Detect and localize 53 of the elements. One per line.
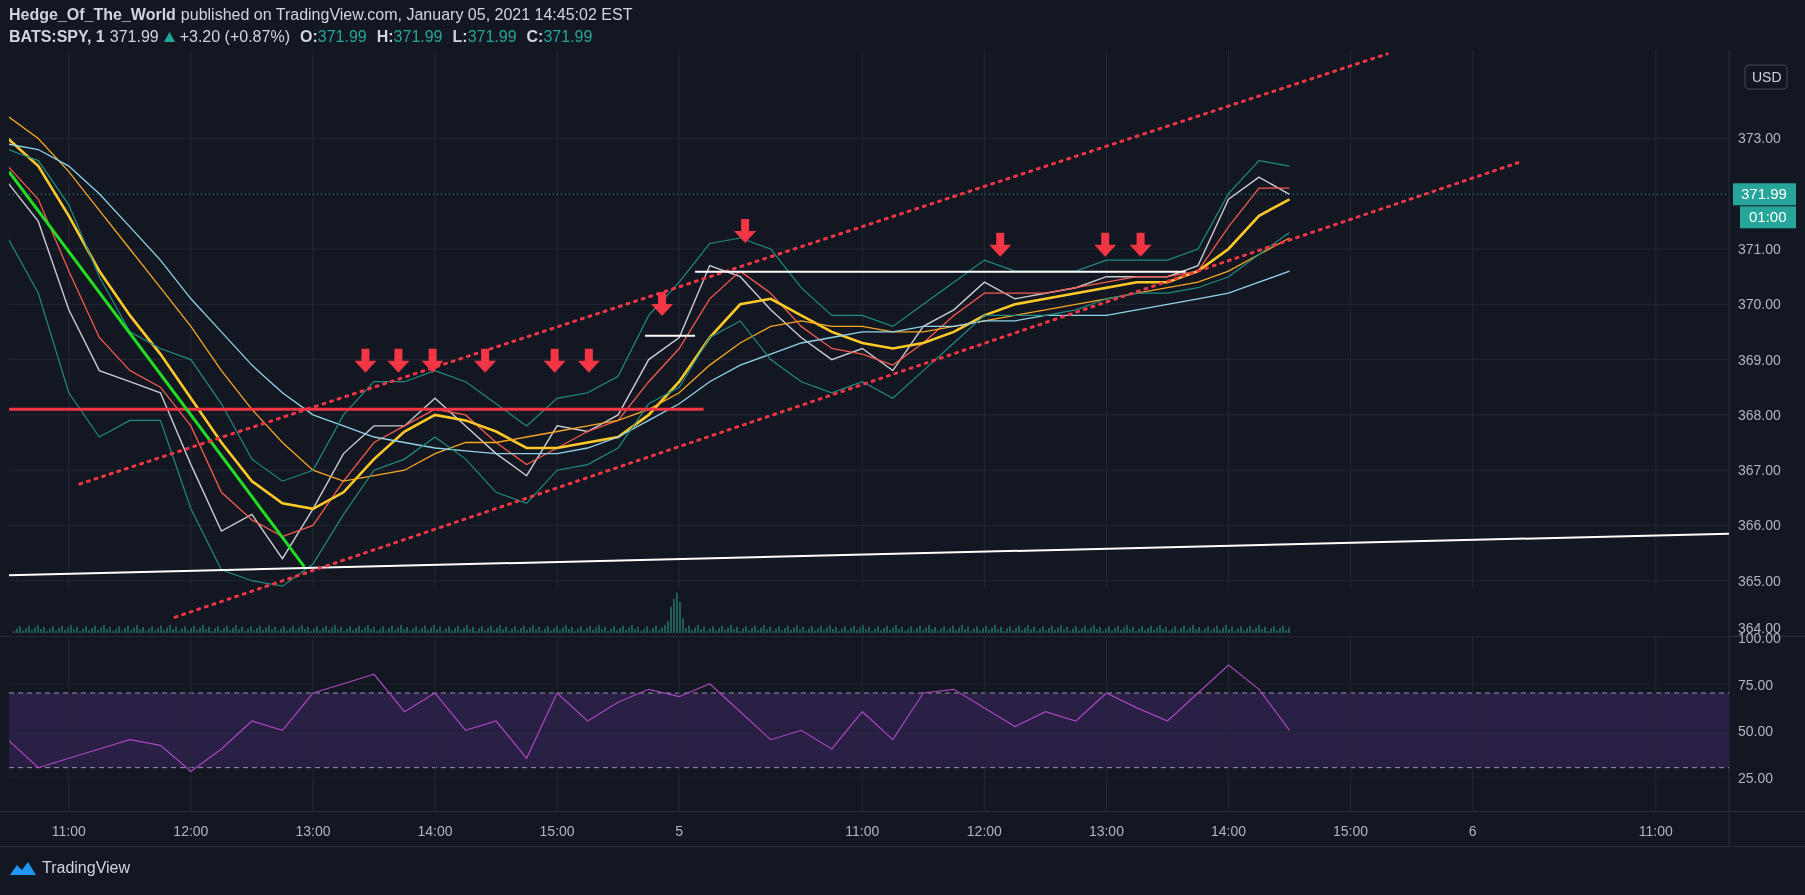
time-axis-label: 13:00 — [295, 823, 331, 839]
time-axis-label: 5 — [675, 823, 684, 839]
time-axis-label: 12:00 — [173, 823, 209, 839]
down-arrow-marker — [543, 348, 566, 373]
symbol-label: BATS:SPY, 1 — [9, 28, 105, 46]
down-arrow-marker — [577, 348, 600, 373]
ohlc-label: L: — [452, 28, 468, 46]
time-axis-label: 13:00 — [1088, 823, 1124, 839]
price-axis-label: 368.00 — [1738, 406, 1781, 423]
author-name: Hedge_Of_The_World — [9, 6, 176, 24]
countdown-badge: 01:00 — [1740, 206, 1796, 229]
ohlc-label: C: — [526, 28, 544, 46]
price-axis-label: 366.00 — [1738, 517, 1781, 534]
ohlc-label: H: — [376, 28, 394, 46]
down-arrow-marker — [421, 348, 444, 373]
down-arrow-marker — [734, 218, 757, 243]
time-axis-label: 15:00 — [1333, 823, 1369, 839]
time-axis-label: 12:00 — [966, 823, 1002, 839]
rsi-axis-label: 50.00 — [1738, 723, 1774, 740]
up-triangle-icon — [163, 32, 175, 42]
time-axis-label: 14:00 — [1211, 823, 1247, 839]
ohlc-value: 371.99 — [467, 28, 517, 46]
down-arrow-marker — [1094, 232, 1117, 257]
price-change: +3.20 (+0.87%) — [179, 28, 290, 46]
time-axis-label: 15:00 — [539, 823, 575, 839]
ohlc-label: O: — [299, 28, 318, 46]
down-arrow-marker — [989, 232, 1012, 257]
price-axis-label: 370.00 — [1738, 296, 1781, 313]
time-axis-label: 11:00 — [845, 823, 880, 839]
ohlc-value: 371.99 — [393, 28, 443, 46]
down-arrow-marker — [354, 348, 377, 373]
rsi-axis-label: 75.00 — [1738, 676, 1774, 693]
down-arrow-marker — [651, 291, 674, 316]
down-arrow-marker — [1129, 232, 1152, 257]
last-price-badge: 371.99 — [1733, 183, 1796, 206]
price-axis-label: 365.00 — [1738, 572, 1781, 589]
ohlc-value: 371.99 — [543, 28, 593, 46]
price-axis-label: 371.00 — [1738, 241, 1781, 257]
time-axis-label: 11:00 — [1638, 823, 1673, 839]
rsi-axis-label: 25.00 — [1738, 770, 1774, 786]
time-axis-label: 14:00 — [417, 823, 453, 839]
ohlc-value: 371.99 — [317, 28, 367, 46]
price-axis-label: 369.00 — [1738, 351, 1781, 368]
time-axis-label: 11:00 — [51, 823, 86, 839]
down-arrow-marker — [387, 348, 410, 373]
down-arrow-marker — [474, 348, 497, 373]
last-price: 371.99 — [109, 28, 159, 46]
currency-button[interactable]: USD — [1744, 64, 1788, 90]
price-axis-label: 373.00 — [1738, 130, 1781, 147]
time-axis-label: 6 — [1468, 823, 1477, 839]
price-axis-label: 367.00 — [1738, 462, 1781, 479]
brand-name: TradingView — [42, 859, 131, 877]
publish-info: published on TradingView.com, January 05, 2021 14:45:02 EST — [180, 6, 633, 24]
